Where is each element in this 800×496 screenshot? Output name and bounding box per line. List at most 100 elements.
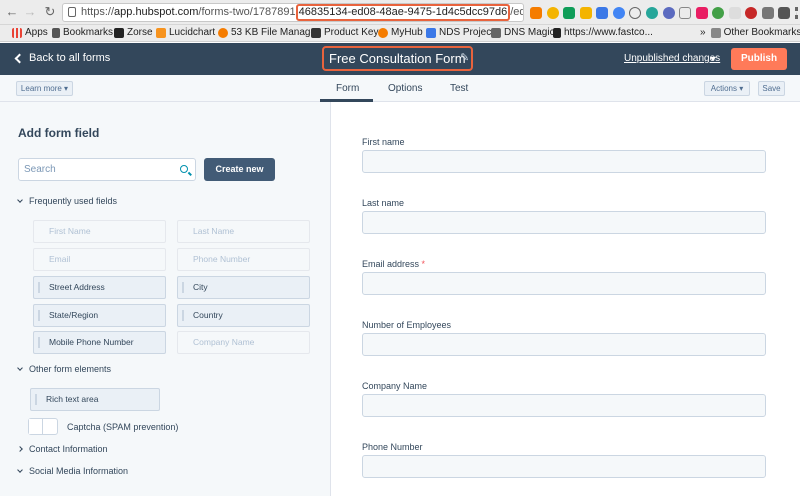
captcha-toggle[interactable] [28,418,58,435]
url-suffix: /edit/form [510,6,523,18]
actions-button[interactable]: Actions ▾ [704,81,750,96]
bookmark-product-key[interactable]: Product Key [311,27,378,38]
mail-extension-icon[interactable] [679,7,692,19]
section-label: Other form elements [29,364,112,374]
apps-grid-icon [12,27,22,38]
chevron-down-icon [17,365,23,371]
preview-input-email[interactable] [362,272,766,295]
learn-more-button[interactable]: Learn more ▾ [16,81,73,96]
clock-extension-icon[interactable] [629,7,642,19]
section-frequently-used[interactable]: Frequently used fields [17,196,118,206]
bookmark-apps[interactable]: Apps [12,27,48,38]
menu-dots-icon[interactable] [795,7,798,19]
circle-extension-icon[interactable] [612,7,625,19]
back-arrow-icon[interactable]: ← [4,4,20,20]
chevron-down-icon [17,467,23,473]
star-icon [52,27,60,38]
bookmark-label: Other Bookmarks [723,27,800,38]
tab-form[interactable]: Form [336,83,359,94]
hubspot-icon [378,27,388,38]
tab-test[interactable]: Test [450,83,468,94]
save-button[interactable]: Save [758,81,785,96]
preview-input-first-name[interactable] [362,150,766,173]
section-contact-information[interactable]: Contact Information [17,444,108,454]
record-extension-icon[interactable] [745,7,758,19]
reload-icon[interactable]: ↻ [42,4,58,20]
create-new-button[interactable]: Create new [204,158,275,181]
field-phone-number: Phone Number [177,248,310,271]
hubspot-icon [218,27,228,38]
bookmark-label: Apps [25,27,48,38]
chevron-double-icon: » [700,27,706,38]
bookmark-nds-project[interactable]: NDS Project [426,27,494,38]
bookmark-label: Lucidchart [169,27,216,38]
bookmark-fastco[interactable]: https://www.fastco... [553,27,653,38]
preview-input-employees[interactable] [362,333,766,356]
section-label: Contact Information [29,444,108,454]
field-country[interactable]: Country [177,304,310,327]
field-city[interactable]: City [177,276,310,299]
caret-down-icon [710,57,716,61]
panel-title: Add form field [18,126,100,140]
address-bar[interactable]: https://app.hubspot.com/forms-two/178789… [62,3,524,22]
bookmark-bookmarks[interactable]: Bookmarks [52,27,113,38]
bookmark-zorse[interactable]: Zorse [114,27,153,38]
sheets-extension-icon[interactable] [563,7,576,19]
bookmarks-bar: Apps Bookmarks Zorse Lucidchart 53 KB Fi… [0,25,800,42]
field-email: Email [33,248,166,271]
email-label-text: Email address [362,259,420,269]
chevron-right-icon [17,446,23,452]
fastco-icon [553,27,561,38]
image-extension-icon[interactable] [728,7,741,19]
preview-input-last-name[interactable] [362,211,766,234]
editor-subbar: Learn more ▾ Form Options Test Actions ▾… [0,75,800,102]
chevron-down-icon [17,197,23,203]
captcha-label: Captcha (SPAM prevention) [67,422,179,432]
bookmark-file-manager[interactable]: 53 KB File Manager [218,27,319,38]
o-extension-icon[interactable] [662,7,675,19]
search-placeholder: Search [24,164,56,175]
preview-input-company-name[interactable] [362,394,766,417]
field-mobile-phone[interactable]: Mobile Phone Number [33,331,166,354]
section-social-media[interactable]: Social Media Information [17,466,128,476]
lock-icon [68,7,76,17]
publish-button[interactable]: Publish [731,48,787,70]
m-extension-icon[interactable] [645,7,658,19]
bulb-extension-icon[interactable] [546,7,559,19]
preview-label-company-name: Company Name [362,381,428,391]
field-rich-text-area[interactable]: Rich text area [30,388,160,411]
bookmark-other[interactable]: » Other Bookmarks [700,27,800,38]
bookmark-label: DNS Magic [504,27,555,38]
pencil-icon[interactable]: ✎ [460,51,469,64]
folder-icon [710,27,721,38]
preview-label-first-name: First name [362,137,405,147]
forward-arrow-icon[interactable]: → [22,4,38,20]
toggle-knob [29,419,43,434]
form-title[interactable]: Free Consultation Form [322,46,473,71]
bookmark-lucidchart[interactable]: Lucidchart [156,27,215,38]
keep-extension-icon[interactable] [579,7,592,19]
hubspot-extension-icon[interactable] [530,7,542,19]
tools-extension-icon[interactable] [761,7,774,19]
section-label: Frequently used fields [29,196,118,206]
search-icon[interactable] [180,165,188,173]
bookmark-dns-magic[interactable]: DNS Magic [491,27,555,38]
play-extension-icon[interactable] [712,7,725,19]
lucidchart-icon [156,27,166,38]
field-state-region[interactable]: State/Region [33,304,166,327]
required-asterisk: * [419,259,426,269]
tab-options[interactable]: Options [388,83,422,94]
section-other-elements[interactable]: Other form elements [17,364,112,374]
editor-header: Back to all forms Free Consultation Form… [0,43,800,75]
bookmark-label: NDS Project [439,27,495,38]
calendar-extension-icon[interactable] [695,7,708,19]
unpublished-changes-dropdown[interactable]: Unpublished changes [624,53,720,64]
bookmark-myhub[interactable]: MyHub [378,27,423,38]
field-search-input[interactable]: Search [18,158,196,181]
back-to-forms-link[interactable]: Back to all forms [14,52,110,64]
bookmark-label: Zorse [127,27,153,38]
puzzle-extension-icon[interactable] [778,7,791,19]
bookmark-extension-icon[interactable] [596,7,609,19]
preview-input-phone-number[interactable] [362,455,766,478]
field-street-address[interactable]: Street Address [33,276,166,299]
